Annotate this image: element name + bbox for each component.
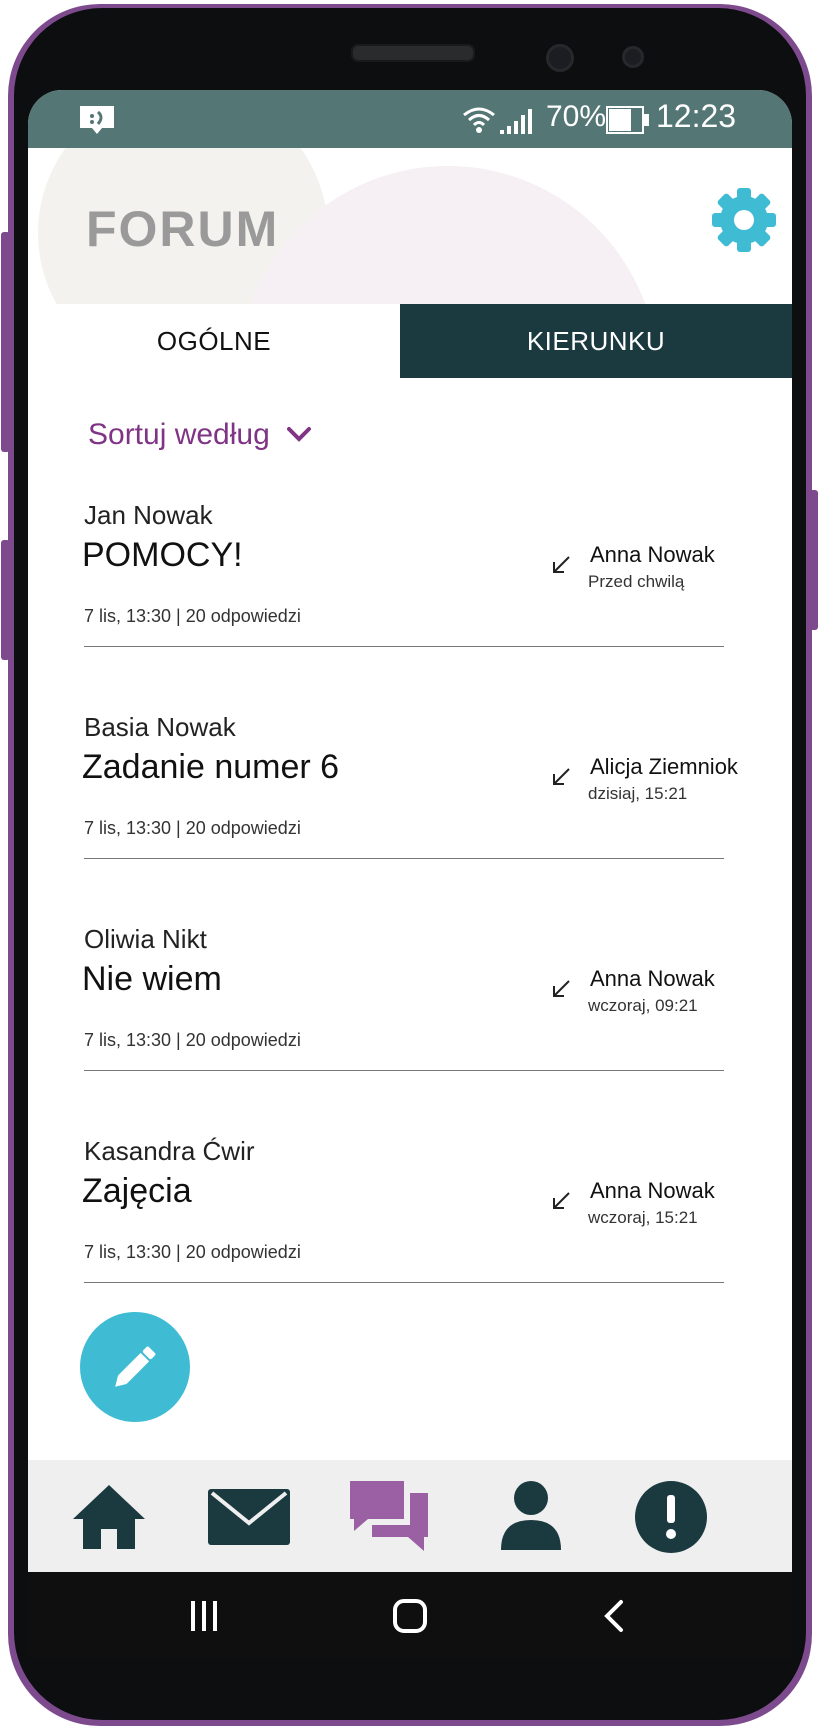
divider	[84, 646, 724, 647]
last-reply-author: Anna Nowak	[590, 1178, 715, 1203]
post-author: Kasandra Ćwir	[84, 1136, 255, 1166]
home-button[interactable]	[380, 1592, 440, 1640]
list-item[interactable]: Jan Nowak POMOCY! 7 lis, 13:30 | 20 odpo…	[28, 500, 792, 712]
profile-icon	[501, 1481, 561, 1550]
post-author: Jan Nowak	[84, 500, 213, 530]
last-reply-time: Przed chwilą	[588, 572, 685, 591]
header: FORUM	[28, 148, 792, 304]
post-meta: 7 lis, 13:30 | 20 odpowiedzi	[84, 606, 301, 626]
home-circle-icon	[393, 1599, 427, 1633]
signal-icon	[500, 109, 532, 134]
battery-percent: 70%	[546, 100, 607, 133]
recent-apps-icon	[191, 1601, 217, 1631]
front-sensor	[622, 46, 644, 68]
reply-arrow-icon	[553, 980, 570, 997]
phone-side-button	[1, 540, 10, 660]
front-camera	[546, 44, 574, 72]
post-title: Nie wiem	[82, 960, 222, 998]
app-screen: 70% 12:23 FORUM OGÓLNE KIERUNKU Sortuj w…	[28, 90, 792, 1658]
gear-icon[interactable]	[708, 184, 780, 256]
divider	[84, 858, 724, 859]
nav-home[interactable]	[64, 1474, 154, 1560]
home-icon	[73, 1485, 145, 1549]
last-reply-time: wczoraj, 15:21	[588, 1208, 698, 1227]
nav-profile[interactable]	[486, 1474, 576, 1560]
tab-general[interactable]: OGÓLNE	[28, 304, 400, 378]
list-item[interactable]: Basia Nowak Zadanie numer 6 7 lis, 13:30…	[28, 712, 792, 924]
pencil-icon	[115, 1346, 156, 1387]
new-post-button[interactable]	[80, 1312, 190, 1422]
post-author: Basia Nowak	[84, 712, 236, 742]
bottom-nav	[28, 1460, 792, 1572]
phone-side-button	[1, 232, 10, 452]
battery-icon	[606, 106, 649, 134]
page-title: FORUM	[86, 201, 280, 257]
chevron-down-icon	[286, 427, 311, 442]
alert-icon	[635, 1481, 707, 1553]
post-meta: 7 lis, 13:30 | 20 odpowiedzi	[84, 1030, 301, 1050]
last-reply-time: dzisiaj, 15:21	[588, 784, 688, 803]
tab-major[interactable]: KIERUNKU	[400, 304, 792, 378]
back-icon	[604, 1600, 623, 1632]
status-bar: 70% 12:23	[28, 90, 792, 148]
phone-side-button	[809, 490, 818, 630]
sort-label: Sortuj według	[88, 418, 270, 451]
phone-speaker	[351, 44, 475, 62]
nav-alerts[interactable]	[626, 1474, 716, 1560]
reply-arrow-icon	[553, 556, 570, 573]
back-button[interactable]	[584, 1592, 644, 1640]
post-author: Oliwia Nikt	[84, 924, 207, 954]
reply-arrow-icon	[553, 768, 570, 785]
sort-dropdown[interactable]: Sortuj według	[88, 418, 312, 452]
post-meta: 7 lis, 13:30 | 20 odpowiedzi	[84, 818, 301, 838]
divider	[84, 1282, 724, 1283]
nav-forum[interactable]	[344, 1474, 434, 1560]
tab-bar: OGÓLNE KIERUNKU	[28, 304, 792, 378]
post-meta: 7 lis, 13:30 | 20 odpowiedzi	[84, 1242, 301, 1262]
recent-apps-button[interactable]	[174, 1592, 234, 1640]
reply-arrow-icon	[553, 1192, 570, 1209]
system-navigation-bar	[28, 1572, 792, 1658]
last-reply-author: Anna Nowak	[590, 542, 715, 567]
last-reply-time: wczoraj, 09:21	[588, 996, 698, 1015]
post-title: Zajęcia	[82, 1172, 192, 1210]
post-title: POMOCY!	[82, 536, 243, 574]
status-time: 12:23	[656, 98, 737, 134]
wifi-icon	[463, 107, 495, 133]
message-notification-icon	[80, 106, 114, 134]
divider	[84, 1070, 724, 1071]
last-reply-author: Alicja Ziemniok	[590, 754, 738, 779]
nav-messages[interactable]	[204, 1474, 294, 1560]
list-item[interactable]: Oliwia Nikt Nie wiem 7 lis, 13:30 | 20 o…	[28, 924, 792, 1136]
post-title: Zadanie numer 6	[82, 748, 340, 786]
forum-icon	[350, 1481, 428, 1551]
mail-icon	[208, 1489, 290, 1545]
last-reply-author: Anna Nowak	[590, 966, 715, 991]
